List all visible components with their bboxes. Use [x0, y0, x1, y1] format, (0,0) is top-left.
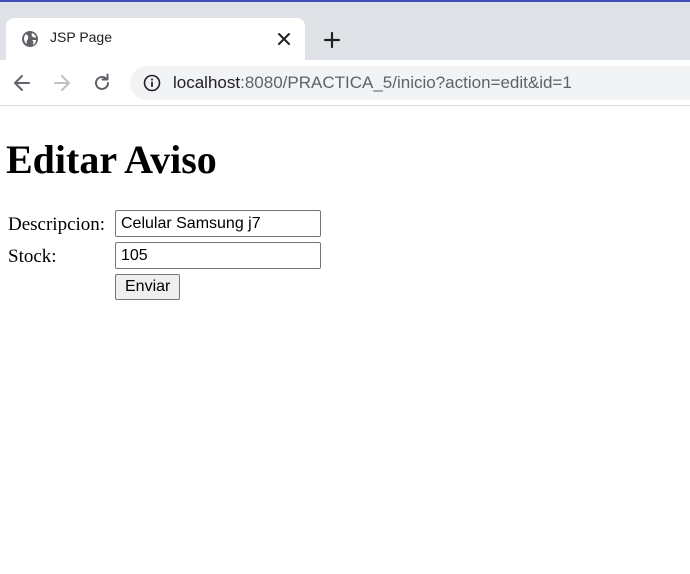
address-bar[interactable]: localhost:8080/PRACTICA_5/inicio?action=… — [130, 66, 690, 100]
globe-icon — [22, 31, 38, 47]
plus-icon[interactable] — [322, 30, 342, 50]
arrow-right-icon[interactable] — [51, 72, 73, 94]
enviar-button[interactable]: Enviar — [115, 274, 181, 300]
close-icon[interactable] — [276, 31, 292, 47]
window-top-border — [0, 0, 690, 7]
stock-input[interactable] — [115, 242, 321, 269]
tab-title: JSP Page — [50, 29, 113, 45]
page-title: Editar Aviso — [6, 137, 217, 182]
tab-strip: JSP Page — [0, 7, 690, 60]
url-text[interactable]: localhost:8080/PRACTICA_5/inicio?action=… — [173, 73, 572, 93]
descripcion-input[interactable] — [115, 210, 321, 237]
page-content: Editar Aviso Descripcion: Stock: Enviar — [0, 107, 690, 574]
reload-icon[interactable] — [91, 72, 113, 94]
url-host: localhost — [173, 73, 241, 92]
descripcion-label: Descripcion: — [8, 214, 106, 235]
arrow-left-icon[interactable] — [11, 72, 33, 94]
browser-tab[interactable]: JSP Page — [6, 18, 305, 60]
browser-toolbar: localhost:8080/PRACTICA_5/inicio?action=… — [0, 60, 690, 106]
stock-label: Stock: — [8, 246, 57, 267]
info-icon[interactable] — [143, 74, 161, 92]
url-path: :8080/PRACTICA_5/inicio?action=edit&id=1 — [240, 73, 572, 92]
